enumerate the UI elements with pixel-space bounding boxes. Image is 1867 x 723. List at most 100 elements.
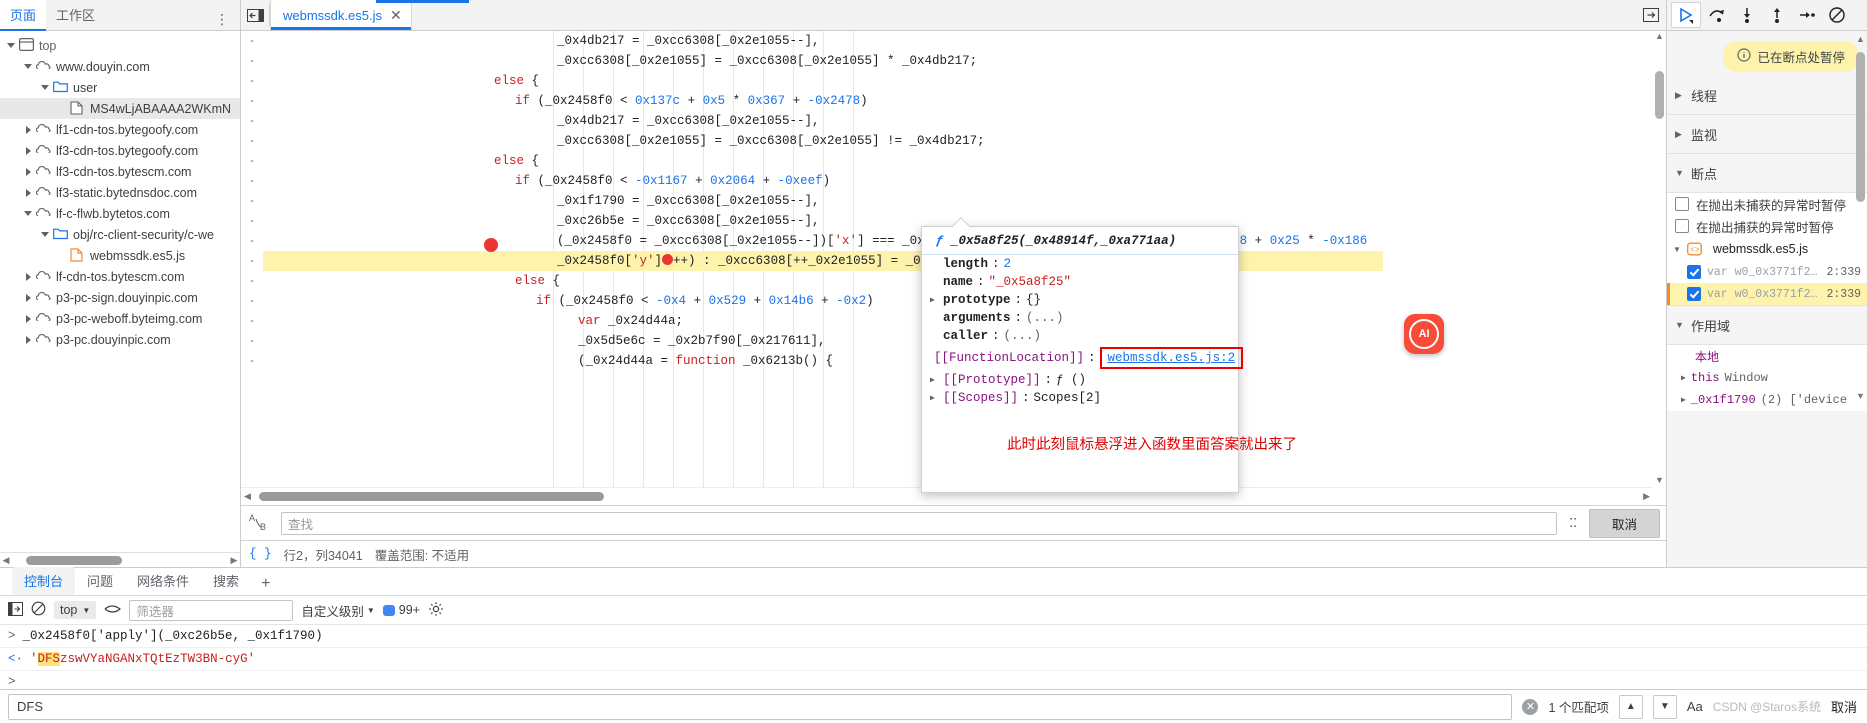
- tree-item[interactable]: lf3-static.bytednsdoc.com: [0, 182, 240, 203]
- show-navigator-icon[interactable]: [241, 0, 269, 30]
- inline-breakpoint-icon[interactable]: [662, 254, 674, 265]
- more-tabs-icon[interactable]: [1636, 0, 1666, 30]
- find-match-case-label[interactable]: Aa: [1687, 699, 1703, 714]
- line-gutter-marker[interactable]: -: [241, 71, 263, 91]
- drawer-tab[interactable]: 搜索: [201, 567, 251, 595]
- function-property-row[interactable]: arguments: (...): [922, 309, 1238, 327]
- function-property-row[interactable]: ▶ [[Prototype]]: ƒ (): [922, 371, 1238, 389]
- console-sidebar-icon[interactable]: [8, 601, 23, 619]
- scroll-thumb[interactable]: [1856, 52, 1865, 202]
- add-tool-icon[interactable]: +: [251, 573, 280, 595]
- line-gutter-marker[interactable]: -: [241, 111, 263, 131]
- caret-right-icon[interactable]: ▶: [1681, 395, 1686, 405]
- navigator-vertical-scrollbar[interactable]: ▲ ▼: [1854, 34, 1867, 404]
- drawer-tab[interactable]: 网络条件: [125, 567, 201, 595]
- scope-row[interactable]: 本地: [1667, 345, 1867, 367]
- scroll-down-icon[interactable]: ▼: [1854, 391, 1867, 404]
- function-property-row[interactable]: [[FunctionLocation]]: webmssdk.es5.js:2: [922, 345, 1244, 371]
- scroll-left-icon[interactable]: ◀: [0, 555, 12, 566]
- tree-item[interactable]: lf3-cdn-tos.bytegoofy.com: [0, 140, 240, 161]
- debugger-section-1[interactable]: ▶ 监视: [1667, 115, 1867, 154]
- function-property-row[interactable]: caller: (...): [922, 327, 1238, 345]
- resume-icon[interactable]: [1671, 2, 1701, 28]
- console-entry[interactable]: <· 'DFSzswVYaNGANxTQtEzTW3BN-cyG': [0, 648, 1867, 672]
- source-file-tab[interactable]: webmssdk.es5.js ✕: [270, 0, 412, 30]
- hscroll-track[interactable]: [12, 555, 228, 565]
- code-scroll-left-icon[interactable]: ◀: [244, 491, 251, 502]
- disclosure-triangle-icon[interactable]: [6, 40, 17, 51]
- debugger-section-0[interactable]: ▶ 线程: [1667, 76, 1867, 115]
- line-gutter-marker[interactable]: -: [241, 311, 263, 331]
- disclosure-triangle-icon[interactable]: [23, 208, 34, 219]
- ai-assistant-button[interactable]: AI: [1404, 314, 1444, 354]
- tree-item[interactable]: lf3-cdn-tos.bytescm.com: [0, 161, 240, 182]
- breakpoint-row[interactable]: var w0_0x3771f2… 2:339: [1667, 261, 1867, 283]
- code-scroll-up-icon[interactable]: ▲: [1653, 31, 1666, 44]
- breakpoint-marker-icon[interactable]: [484, 238, 498, 252]
- gear-icon[interactable]: [428, 601, 444, 620]
- disclosure-triangle-icon[interactable]: [23, 124, 34, 135]
- caret-down-icon[interactable]: ▼: [1673, 245, 1681, 254]
- tab-workspace[interactable]: 工作区: [46, 0, 105, 30]
- caret-right-icon[interactable]: ▶: [930, 295, 939, 305]
- code-hscroll-thumb[interactable]: [259, 492, 604, 502]
- checkbox-icon[interactable]: [1687, 265, 1701, 279]
- pretty-print-icon[interactable]: { }: [249, 547, 272, 561]
- checkbox-icon[interactable]: [1675, 219, 1689, 233]
- breakpoint-file-row[interactable]: ▼ <> webmssdk.es5.js: [1667, 237, 1867, 261]
- function-property-row[interactable]: ▶ [[Scopes]]: Scopes[2]: [922, 389, 1238, 407]
- tree-item[interactable]: lf1-cdn-tos.bytegoofy.com: [0, 119, 240, 140]
- breakpoint-option[interactable]: 在抛出未捕获的异常时暂停: [1667, 193, 1867, 215]
- caret-right-icon[interactable]: ▶: [1681, 373, 1686, 383]
- code-vertical-scrollbar[interactable]: ▲ ▼: [1653, 31, 1666, 488]
- tree-item[interactable]: www.douyin.com: [0, 56, 240, 77]
- debugger-section-2[interactable]: ▼ 断点: [1667, 154, 1867, 193]
- step-into-icon[interactable]: [1733, 3, 1761, 27]
- tree-item[interactable]: p3-pc-weboff.byteimg.com: [0, 308, 240, 329]
- scroll-right-icon[interactable]: ▶: [228, 555, 240, 566]
- tree-item[interactable]: obj/rc-client-security/c-we: [0, 224, 240, 245]
- line-gutter-marker[interactable]: -: [241, 331, 263, 351]
- find-cancel-button[interactable]: 取消: [1588, 508, 1660, 538]
- line-gutter-marker[interactable]: -: [241, 191, 263, 211]
- caret-right-icon[interactable]: ▶: [930, 393, 939, 403]
- clear-console-icon[interactable]: [31, 601, 46, 619]
- disclosure-triangle-icon[interactable]: [23, 145, 34, 156]
- find-input[interactable]: 查找: [281, 511, 1558, 535]
- console-filter-input[interactable]: 筛选器: [129, 599, 294, 621]
- line-gutter-marker[interactable]: -: [241, 291, 263, 311]
- tree-item[interactable]: p3-pc-sign.douyinpic.com: [0, 287, 240, 308]
- find-next-icon[interactable]: ▼: [1652, 694, 1677, 719]
- disclosure-triangle-icon[interactable]: [23, 334, 34, 345]
- scope-row[interactable]: ▶ this Window: [1667, 367, 1867, 389]
- close-icon[interactable]: ✕: [390, 8, 402, 22]
- issues-badge[interactable]: 99+: [382, 603, 420, 617]
- disclosure-triangle-icon[interactable]: [23, 313, 34, 324]
- tree-item[interactable]: top: [0, 35, 240, 56]
- tree-item[interactable]: lf-c-flwb.bytetos.com: [0, 203, 240, 224]
- disclosure-triangle-icon[interactable]: [23, 271, 34, 282]
- line-gutter-marker[interactable]: -: [241, 91, 263, 111]
- console-context-selector[interactable]: top ▼: [54, 601, 97, 620]
- navigator-horizontal-scrollbar[interactable]: ◀ ▶: [0, 552, 240, 568]
- tree-item[interactable]: MS4wLjABAAAA2WKmN: [0, 98, 240, 119]
- function-property-row[interactable]: ▶ prototype:{}: [922, 291, 1238, 309]
- property-value-link[interactable]: webmssdk.es5.js:2: [1108, 351, 1236, 365]
- line-gutter-marker[interactable]: -: [241, 151, 263, 171]
- tree-item[interactable]: lf-cdn-tos.bytescm.com: [0, 266, 240, 287]
- function-property-row[interactable]: length:2: [922, 255, 1238, 273]
- disclosure-triangle-icon[interactable]: [23, 292, 34, 303]
- line-gutter-marker[interactable]: -: [241, 351, 263, 371]
- navigator-more-options-icon[interactable]: ⋮: [210, 8, 234, 30]
- replace-icon[interactable]: AB: [247, 512, 273, 535]
- disclosure-triangle-icon[interactable]: [23, 166, 34, 177]
- step-over-icon[interactable]: [1703, 3, 1731, 27]
- line-gutter-marker[interactable]: -: [241, 51, 263, 71]
- tab-pages[interactable]: 页面: [0, 0, 47, 31]
- line-gutter-marker[interactable]: -: [241, 131, 263, 151]
- find-cancel-button[interactable]: 取消: [1831, 697, 1859, 716]
- disclosure-triangle-icon[interactable]: [40, 229, 51, 240]
- step-icon[interactable]: [1793, 3, 1821, 27]
- line-gutter[interactable]: -----------------: [241, 31, 263, 489]
- browser-find-input[interactable]: DFS: [8, 693, 1513, 720]
